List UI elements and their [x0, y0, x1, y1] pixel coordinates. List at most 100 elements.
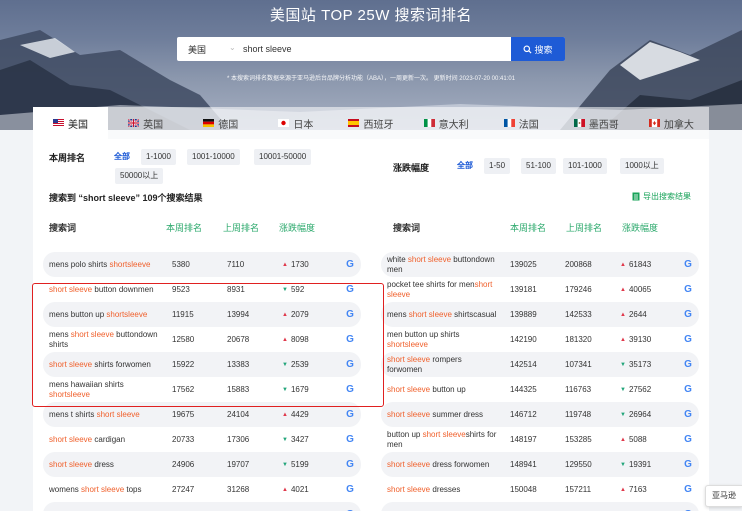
keyword-cell[interactable]: men button up shirts shortsleeve — [387, 327, 499, 352]
keyword-cell[interactable]: short sleeve dress — [49, 452, 161, 477]
tab-it[interactable]: 意大利 — [409, 107, 484, 139]
rank-filter-chip[interactable]: 1001-10000 — [187, 149, 240, 165]
col-this-week[interactable]: 本周排名 — [510, 221, 546, 234]
keyword-cell[interactable]: short sleeve dresses — [387, 477, 499, 502]
google-search-link[interactable]: G — [681, 402, 695, 427]
rank-filter-chip[interactable]: 50000以上 — [115, 168, 164, 184]
col-this-week[interactable]: 本周排名 — [166, 221, 202, 234]
table-row[interactable]: button up short sleeveshirts for men 1481… — [381, 427, 699, 452]
keyword-cell[interactable]: womens short sleeve tops — [49, 477, 161, 502]
tab-ca[interactable]: 加拿大 — [634, 107, 709, 139]
market-select[interactable]: 美国 — [188, 43, 206, 56]
keyword-cell[interactable]: mens hawaiian shirts shortsleeve — [49, 377, 161, 402]
google-search-link[interactable]: G — [681, 277, 695, 302]
rank-filter-chip[interactable]: 1-1000 — [141, 149, 176, 165]
google-search-link[interactable]: G — [681, 427, 695, 452]
google-search-link[interactable]: G — [681, 352, 695, 377]
change-filter-chip[interactable]: 1-50 — [484, 158, 511, 174]
google-search-link[interactable]: G — [343, 252, 357, 277]
change-filter-chip[interactable]: 101-1000 — [563, 158, 607, 174]
google-search-link[interactable]: G — [343, 302, 357, 327]
table-row[interactable]: short sleeve dress forwomen 148941 129550 ▼… — [381, 452, 699, 477]
tab-es[interactable]: 西班牙 — [333, 107, 408, 139]
keyword-cell[interactable]: mens button up shortsleeve — [49, 302, 161, 327]
google-search-link[interactable]: G — [343, 377, 357, 402]
table-row[interactable]: white short sleeve buttondown men 139025 2… — [381, 252, 699, 277]
tab-fr[interactable]: 法国 — [484, 107, 559, 139]
table-row[interactable]: men button up shirts shortsleeve 142190 18… — [381, 327, 699, 352]
google-search-link[interactable]: G — [681, 502, 695, 511]
google-search-link[interactable]: G — [343, 352, 357, 377]
google-search-link[interactable]: G — [343, 402, 357, 427]
col-change[interactable]: 涨跌幅度 — [622, 221, 658, 234]
chevron-down-icon[interactable]: ⌄ — [229, 43, 239, 52]
change-filter-chip[interactable]: 1000以上 — [620, 158, 664, 174]
rank-change-value: 8098 — [290, 335, 309, 344]
google-search-link[interactable]: G — [681, 252, 695, 277]
keyword-cell[interactable]: mens short sleeve buttondown shirts — [49, 327, 161, 352]
table-row[interactable]: womens polo shirts short G — [381, 502, 699, 511]
change-filter-chip[interactable]: 51-100 — [521, 158, 556, 174]
table-row[interactable]: short sleeve shirts forwomen 15922 13383 ▼ 2… — [43, 352, 361, 377]
tab-de[interactable]: 德国 — [183, 107, 258, 139]
google-search-link[interactable]: G — [343, 477, 357, 502]
search-button[interactable]: 搜索 — [511, 37, 565, 61]
rank-filter-chip[interactable]: 全部 — [109, 149, 135, 165]
table-row[interactable]: mens short sleeve shirtscasual 139889 1425… — [381, 302, 699, 327]
table-row[interactable]: pocket tee shirts for menshort sleeve 139… — [381, 277, 699, 302]
table-row[interactable]: short sleeve summer dress 146712 119748 ▼ 26… — [381, 402, 699, 427]
table-row[interactable]: short sleeve button downmen 9523 8931 ▼ 592 G — [43, 277, 361, 302]
table-row[interactable]: mens button up shortsleeve 11915 13994 ▲ 207… — [43, 302, 361, 327]
floating-amazon-button[interactable]: 亚马逊 — [705, 485, 742, 507]
keyword-cell[interactable]: short sleeve button up — [387, 377, 499, 402]
google-search-link[interactable]: G — [681, 327, 695, 352]
keyword-cell[interactable]: mens t shirts short sleeve — [49, 402, 161, 427]
table-row[interactable]: short sleeve rompers forwomen 142514 10734… — [381, 352, 699, 377]
keyword-cell[interactable]: button up short sleeveshirts for men — [387, 427, 499, 452]
google-search-link[interactable]: G — [681, 477, 695, 502]
google-search-link[interactable]: G — [681, 377, 695, 402]
keyword-cell[interactable]: womens polo shirts short — [387, 502, 499, 511]
rank-change: ▼ 592 — [282, 277, 332, 302]
keyword-cell[interactable]: short sleeve shirts forwomen — [49, 352, 161, 377]
google-search-link[interactable]: G — [343, 277, 357, 302]
tab-us[interactable]: 美国 — [33, 107, 109, 139]
tab-uk[interactable]: 英国 — [108, 107, 183, 139]
export-button[interactable]: 导出搜索结果 — [632, 191, 691, 202]
keyword-cell[interactable]: mens short sleeve shirtscasual — [387, 302, 499, 327]
table-row[interactable]: mens t shirts short sleeve 19675 24104 ▲ 442… — [43, 402, 361, 427]
table-row[interactable]: mens polo shirts shortsleeve 5380 7110 ▲ 173… — [43, 252, 361, 277]
keyword-cell[interactable]: white short sleeve buttondown men — [387, 252, 499, 277]
keyword-cell[interactable]: short sleeve button downmen — [49, 277, 161, 302]
change-filter-chip[interactable]: 全部 — [452, 158, 478, 174]
last-week-rank: 20678 — [227, 335, 250, 344]
table-row[interactable]: short sleeve dresses 150048 157211 ▲ 7163 G — [381, 477, 699, 502]
table-row[interactable]: short sleeve dress 24906 19707 ▼ 5199 G — [43, 452, 361, 477]
google-search-link[interactable]: G — [343, 502, 357, 511]
keyword-cell[interactable]: short sleeve rompers forwomen — [387, 352, 499, 377]
col-last-week[interactable]: 上周排名 — [566, 221, 602, 234]
keyword-cell[interactable]: mens button down short — [49, 502, 161, 511]
tab-mx[interactable]: 墨西哥 — [559, 107, 634, 139]
keyword-cell[interactable]: short sleeve summer dress — [387, 402, 499, 427]
google-search-link[interactable]: G — [681, 302, 695, 327]
search-input[interactable] — [243, 40, 483, 57]
google-search-link[interactable]: G — [343, 327, 357, 352]
table-row[interactable]: short sleeve cardigan 20733 17306 ▼ 3427 G — [43, 427, 361, 452]
google-search-link[interactable]: G — [343, 427, 357, 452]
keyword-cell[interactable]: short sleeve dress forwomen — [387, 452, 499, 477]
table-row[interactable]: womens short sleeve tops 27247 31268 ▲ 4021 G — [43, 477, 361, 502]
google-search-link[interactable]: G — [681, 452, 695, 477]
table-row[interactable]: mens button down short G — [43, 502, 361, 511]
google-search-link[interactable]: G — [343, 452, 357, 477]
keyword-cell[interactable]: mens polo shirts shortsleeve — [49, 252, 161, 277]
keyword-cell[interactable]: pocket tee shirts for menshort sleeve — [387, 277, 499, 302]
rank-filter-chip[interactable]: 10001-50000 — [254, 149, 312, 165]
col-last-week[interactable]: 上周排名 — [223, 221, 259, 234]
table-row[interactable]: short sleeve button up 144325 116763 ▼ 27562… — [381, 377, 699, 402]
col-change[interactable]: 涨跌幅度 — [279, 221, 315, 234]
keyword-cell[interactable]: short sleeve cardigan — [49, 427, 161, 452]
tab-jp[interactable]: 日本 — [258, 107, 333, 139]
table-row[interactable]: mens short sleeve buttondown shirts 12580… — [43, 327, 361, 352]
table-row[interactable]: mens hawaiian shirts shortsleeve 17562 158… — [43, 377, 361, 402]
